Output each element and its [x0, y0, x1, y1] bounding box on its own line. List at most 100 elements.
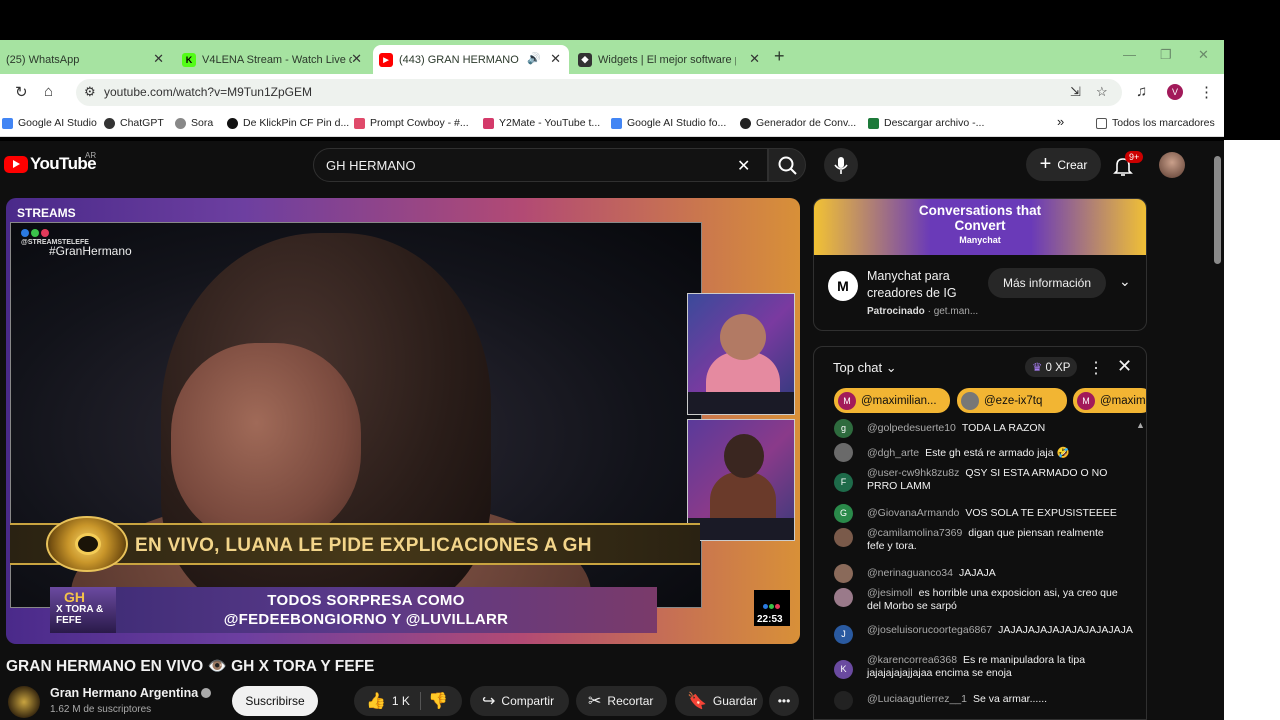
bookmark-item[interactable]: De KlickPin CF Pin d... [227, 117, 349, 129]
share-button[interactable]: ↪ Compartir [470, 686, 569, 716]
url-text[interactable]: youtube.com/watch?v=M9Tun1ZpGEM [104, 85, 312, 99]
reload-icon[interactable]: ↻ [15, 83, 28, 101]
tab-gran-hermano[interactable]: ▶ (443) GRAN HERMANO EN 🔊 ✕ [373, 45, 569, 74]
ad-more-info-button[interactable]: Más información [988, 268, 1106, 298]
chat-message[interactable]: K @karencorrea6368 Es re manipuladora la t… [834, 654, 1124, 683]
chat-message[interactable]: @dgh_arte Este gh está re armado jaja 🤣 [834, 443, 1124, 463]
new-tab-icon[interactable]: + [774, 46, 785, 67]
sponsored-ad-card[interactable]: Conversations that Convert Manychat M Ma… [813, 198, 1147, 331]
host-head [720, 314, 766, 360]
chevron-down-icon[interactable]: ⌄ [1119, 273, 1131, 290]
pinned-user-chip[interactable]: @eze-ix7tq [957, 388, 1067, 413]
minimize-icon[interactable]: — [1123, 47, 1136, 62]
install-app-icon[interactable]: ⇲ [1070, 84, 1081, 100]
bookmark-item[interactable]: Google AI Studio [2, 117, 97, 129]
host-camera-1 [687, 293, 795, 415]
create-button[interactable]: + Crear [1026, 148, 1101, 181]
chat-message[interactable]: @jesimoll es horrible una exposicion asi,… [834, 587, 1124, 616]
bookmark-item[interactable]: Generador de Conv... [740, 117, 856, 129]
ad-sponsored-label: Patrocinado · get.man... [867, 306, 979, 317]
tab-close-icon[interactable]: ✕ [749, 51, 760, 67]
bookmark-star-icon[interactable]: ☆ [1096, 84, 1108, 100]
bookmark-item[interactable]: Descargar archivo -... [868, 117, 984, 129]
browser-menu-icon[interactable]: ⋮ [1199, 83, 1214, 101]
folder-icon [1096, 117, 1107, 129]
sora-icon [175, 117, 186, 129]
channel-name[interactable]: Gran Hermano Argentina [50, 686, 198, 700]
tab-whatsapp[interactable]: (25) WhatsApp ✕ [0, 45, 172, 74]
chat-message[interactable]: @nerinaguanco34 JAJAJA [834, 564, 1124, 584]
chat-message[interactable]: F @user-cw9hk8zu8z QSY SI ESTA ARMADO O NO… [834, 467, 1124, 496]
clip-button[interactable]: ✂ Recortar [576, 686, 667, 716]
xp-badge[interactable]: ♛ 0 XP [1025, 357, 1078, 377]
tab-title: Widgets | El mejor software par [598, 53, 736, 66]
bookmarks-bar: Google AI Studio ChatGPT Sora De KlickPi… [0, 111, 1224, 137]
save-button[interactable]: 🔖 Guardar [675, 686, 763, 716]
plus-icon: + [1039, 153, 1052, 175]
generador-icon [740, 117, 751, 129]
tab-widgets[interactable]: ◆ Widgets | El mejor software par ✕ [572, 45, 768, 74]
tab-close-icon[interactable]: ✕ [351, 51, 362, 67]
search-icon [778, 156, 797, 175]
bookmark-item[interactable]: Prompt Cowboy - #... [354, 117, 469, 129]
chat-message[interactable]: @camilamolina7369 digan que piensan realm… [834, 527, 1124, 556]
address-bar[interactable]: ⚙ youtube.com/watch?v=M9Tun1ZpGEM ⇲ ☆ [76, 79, 1122, 106]
ad-headline: Conversations that Convert [918, 203, 1042, 233]
video-player[interactable]: STREAMS @STREAMSTELEFE #GranHermano EN V… [6, 198, 800, 644]
bookmark-item[interactable]: Y2Mate - YouTube t... [483, 117, 600, 129]
clear-search-icon[interactable]: ✕ [737, 156, 750, 176]
tab-v4lena-stream[interactable]: K V4LENA Stream - Watch Live o ✕ [176, 45, 370, 74]
site-info-icon[interactable]: ⚙ [84, 84, 96, 100]
media-control-icon[interactable]: ♫ [1136, 83, 1147, 100]
all-bookmarks-folder[interactable]: Todos los marcadores [1096, 117, 1215, 129]
dislike-icon[interactable]: 👎 [428, 691, 448, 711]
gh-tora-fefe-logo: GH X TORA & FEFE [50, 587, 116, 633]
close-chat-icon[interactable]: ✕ [1117, 356, 1132, 377]
tab-close-icon[interactable]: ✕ [550, 51, 561, 67]
like-count[interactable]: 1 K [392, 694, 410, 708]
more-horizontal-icon: ••• [777, 694, 791, 708]
account-avatar[interactable] [1159, 152, 1185, 178]
voice-search-button[interactable] [824, 148, 858, 182]
manychat-logo-icon[interactable]: M [828, 271, 858, 301]
chat-mode-dropdown[interactable]: Top chat ⌄ [833, 360, 897, 376]
like-icon[interactable]: 👍 [366, 691, 386, 711]
youtube-page: YouTube AR GH HERMANO ✕ + Crear 9+ STREAM… [0, 141, 1212, 720]
page-scrollbar-thumb[interactable] [1214, 156, 1221, 264]
studio-desk [688, 392, 794, 414]
bookmark-item[interactable]: Google AI Studio fo... [611, 117, 726, 129]
telefe-bug: 22:53 [754, 590, 790, 626]
person-face [171, 343, 361, 543]
home-icon[interactable]: ⌂ [44, 83, 53, 100]
youtube-logo[interactable]: YouTube AR [4, 151, 97, 174]
search-input[interactable]: GH HERMANO ✕ [313, 148, 768, 182]
more-actions-button[interactable]: ••• [769, 686, 799, 716]
chat-message[interactable]: J @joseluisorucoortega6867 JAJAJAJAJAJAJAJ… [834, 624, 1133, 653]
bookmark-item[interactable]: Sora [175, 117, 213, 129]
subscribe-button[interactable]: Suscribirse [232, 686, 318, 716]
audio-playing-icon[interactable]: 🔊 [527, 52, 541, 65]
chat-message[interactable]: G @GiovanaArmando VOS SOLA TE EXPUSISTEEEE [834, 504, 1124, 524]
search-button[interactable] [768, 148, 806, 182]
ad-title[interactable]: Manychat para creadores de IG [867, 268, 977, 302]
chat-message[interactable]: @Luciaagutierrez__1 Se va armar...... [834, 691, 1124, 711]
ad-banner-image[interactable]: Conversations that Convert Manychat [814, 199, 1146, 255]
maximize-icon[interactable]: ❐ [1160, 47, 1172, 63]
pinned-user-chip[interactable]: M @maximi [1073, 388, 1146, 413]
microphone-icon [834, 157, 848, 174]
broadcast-clock: 22:53 [757, 614, 783, 625]
youtube-play-icon [4, 155, 28, 173]
tab-close-icon[interactable]: ✕ [153, 51, 164, 67]
chat-message[interactable]: g @golpedesuerte10 TODA LA RAZON [834, 419, 1124, 439]
subscriber-count: 1.62 M de suscriptores [50, 704, 152, 715]
ticker-line-2: @FEDEEBONGIORNO Y @LUVILLARR [223, 611, 509, 628]
pinned-user-chip[interactable]: M @maximilian... [834, 388, 950, 413]
window-close-icon[interactable]: ✕ [1198, 47, 1209, 63]
channel-avatar[interactable] [8, 686, 40, 718]
prompt-cowboy-icon [354, 117, 365, 129]
chat-menu-icon[interactable]: ⋮ [1088, 358, 1104, 378]
browser-profile-avatar[interactable]: V [1167, 84, 1183, 100]
more-bookmarks-icon[interactable]: » [1057, 114, 1064, 129]
bookmark-item[interactable]: ChatGPT [104, 117, 164, 129]
host-head [724, 434, 764, 478]
